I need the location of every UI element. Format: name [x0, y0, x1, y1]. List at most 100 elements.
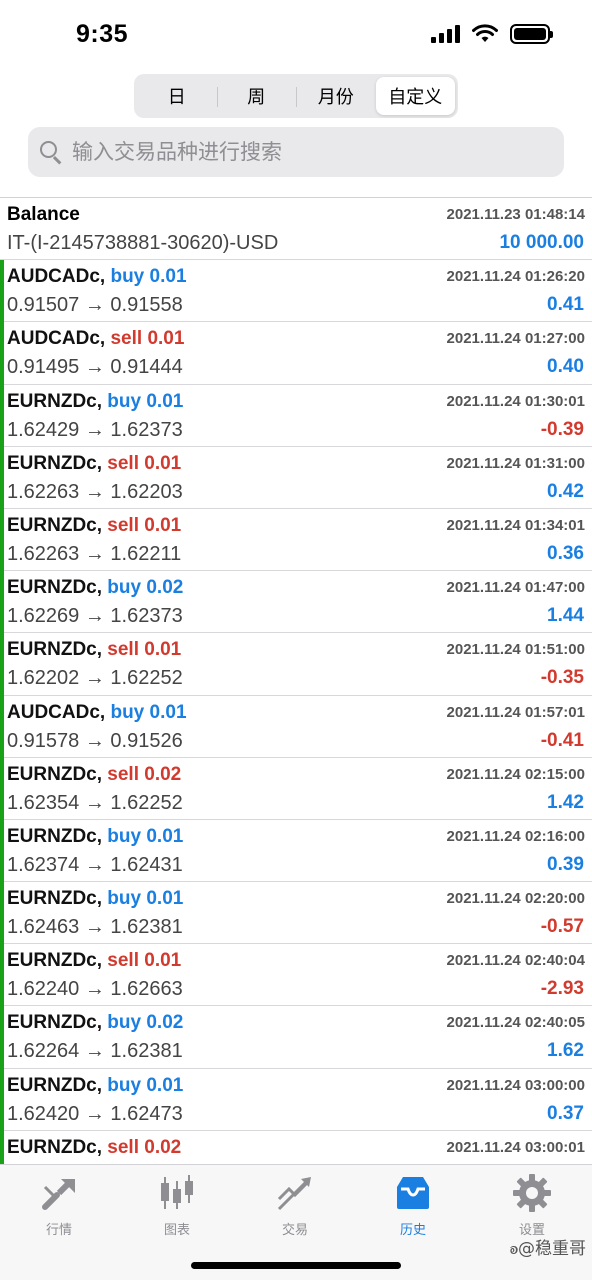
trade-profit: 0.41: [547, 294, 584, 316]
trade-title: EURNZDc, sell 0.01: [7, 950, 181, 972]
tab-quotes-label: 行情: [45, 1223, 72, 1238]
tab-quotes[interactable]: 行情: [9, 1173, 109, 1238]
trade-title: EURNZDc, sell 0.01: [7, 639, 181, 661]
trade-title: EURNZDc, sell 0.02: [7, 764, 181, 786]
status-time: 9:35: [76, 20, 129, 48]
trade-side: sell 0.02: [107, 763, 182, 785]
trade-row[interactable]: AUDCADc, buy 0.01 2021.11.24 01:57:01 0.91…: [0, 695, 592, 758]
trade-prices: 1.62374 → 1.62431: [7, 853, 183, 876]
status-icons: [431, 24, 553, 44]
trade-title: EURNZDc, buy 0.02: [7, 577, 183, 599]
trade-profit: 0.42: [547, 480, 584, 502]
trade-profit: -0.39: [540, 418, 584, 440]
period-segmented-control: 日 周 月份 自定义: [134, 74, 458, 118]
trade-datetime: 2021.11.24 02:40:05: [446, 1014, 585, 1032]
tab-settings[interactable]: 设置: [482, 1173, 582, 1238]
trade-symbol: EURNZDc,: [7, 639, 103, 661]
trade-prices: 1.62354 → 1.62252: [7, 791, 183, 814]
tab-trade-label: 交易: [281, 1223, 308, 1238]
trade-symbol: EURNZDc,: [7, 390, 103, 412]
trade-title: EURNZDc, buy 0.02: [7, 1012, 183, 1034]
trade-row[interactable]: EURNZDc, buy 0.01 2021.11.24 02:16:00 1.62…: [0, 819, 592, 883]
trade-datetime: 2021.11.24 01:31:00: [446, 454, 585, 472]
trade-row[interactable]: EURNZDc, sell 0.02 2021.11.24 02:15:00 1.6…: [0, 757, 592, 821]
period-tab-day[interactable]: 日: [137, 77, 217, 115]
trade-profit: 1.42: [547, 791, 584, 813]
trade-profit: 0.40: [547, 356, 584, 378]
trade-title: EURNZDc, sell 0.02: [7, 1137, 181, 1159]
trade-title: EURNZDc, buy 0.01: [7, 391, 183, 413]
quotes-icon: [42, 1179, 75, 1210]
trade-datetime: 2021.11.24 01:26:20: [446, 268, 585, 286]
period-tab-week[interactable]: 周: [216, 77, 297, 115]
watermark: ꭷ@稳重哥: [509, 1239, 586, 1259]
trade-prices: 1.62263 → 1.62211: [7, 542, 182, 565]
gear-icon: [513, 1174, 551, 1212]
trade-symbol: AUDCADc,: [7, 701, 106, 723]
wifi-icon: [472, 24, 498, 42]
trade-side: sell 0.01: [107, 514, 182, 536]
trade-row[interactable]: AUDCADc, sell 0.01 2021.11.24 01:27:00 0.9…: [0, 322, 592, 385]
trade-datetime: 2021.11.24 02:15:00: [446, 765, 585, 783]
tab-trade[interactable]: 交易: [245, 1173, 345, 1238]
period-tab-custom[interactable]: 自定义: [375, 77, 455, 115]
balance-row[interactable]: Balance 2021.11.23 01:48:14 IT-(I-214573…: [0, 198, 592, 261]
trade-row[interactable]: EURNZDc, buy 0.01 2021.11.24 02:20:00 1.62…: [0, 882, 592, 945]
trade-row[interactable]: EURNZDc, buy 0.02 2021.11.24 02:40:05 1.62…: [0, 1006, 592, 1069]
trade-symbol: AUDCADc,: [7, 266, 106, 288]
tab-history[interactable]: 历史: [363, 1173, 463, 1238]
history-list[interactable]: Balance 2021.11.23 01:48:14 IT-(I-214573…: [0, 197, 592, 1164]
trade-datetime: 2021.11.24 01:51:00: [446, 641, 585, 659]
trade-row[interactable]: EURNZDc, sell 0.01 2021.11.24 02:40:04 1.6…: [0, 944, 592, 1007]
trade-title: EURNZDc, sell 0.01: [7, 453, 181, 475]
battery-icon: [510, 24, 553, 44]
trade-profit: 0.36: [547, 542, 584, 564]
trade-row[interactable]: EURNZDc, buy 0.02 2021.11.24 01:47:00 1.62…: [0, 571, 592, 634]
history-inbox-icon: [397, 1177, 429, 1209]
trade-symbol: EURNZDc,: [7, 452, 103, 474]
trade-side: buy 0.02: [107, 577, 184, 599]
trade-title: EURNZDc, buy 0.01: [7, 826, 183, 848]
trade-symbol: EURNZDc,: [7, 1136, 103, 1158]
status-bar: 9:35: [0, 0, 592, 66]
period-tab-month[interactable]: 月份: [296, 77, 376, 115]
trade-prices: 1.62263 → 1.62203: [7, 480, 183, 503]
trade-prices: 1.62202 → 1.62252: [7, 667, 183, 690]
home-indicator[interactable]: [191, 1262, 401, 1269]
trade-row[interactable]: EURNZDc, buy 0.01 2021.11.24 01:30:01 1.62…: [0, 384, 592, 447]
trade-title: AUDCADc, sell 0.01: [7, 328, 184, 350]
trade-row[interactable]: EURNZDc, buy 0.01 2021.11.24 03:00:00 1.62…: [0, 1068, 592, 1132]
trade-side: sell 0.01: [107, 639, 182, 661]
tab-history-label: 历史: [399, 1223, 426, 1238]
balance-title: Balance: [7, 204, 80, 225]
trade-row[interactable]: EURNZDc, sell 0.01 2021.11.24 01:34:01 1.6…: [0, 508, 592, 572]
trade-prices: 0.91495 → 0.91444: [7, 356, 183, 379]
balance-amount: 10 000.00: [499, 232, 584, 253]
search-icon: [38, 139, 64, 165]
trade-row[interactable]: EURNZDc, sell 0.01 2021.11.24 01:51:00 1.6…: [0, 633, 592, 696]
trade-prices: 1.62463 → 1.62381: [7, 916, 183, 939]
trade-side: buy 0.01: [107, 390, 184, 412]
trade-row[interactable]: EURNZDc, sell 0.01 2021.11.24 01:31:00 1.6…: [0, 446, 592, 510]
tab-charts[interactable]: 图表: [127, 1173, 227, 1238]
trade-side: buy 0.01: [107, 888, 184, 910]
search-input[interactable]: [72, 140, 532, 164]
trade-symbol: EURNZDc,: [7, 1074, 103, 1096]
trade-prices: 0.91578 → 0.91526: [7, 729, 183, 752]
balance-datetime: 2021.11.23 01:48:14: [446, 206, 585, 223]
trade-symbol: EURNZDc,: [7, 825, 103, 847]
trade-profit: 0.39: [547, 853, 584, 875]
search-bar[interactable]: [28, 127, 564, 177]
trade-title: EURNZDc, buy 0.01: [7, 888, 183, 910]
trade-row[interactable]: EURNZDc, sell 0.02 2021.11.24 03:00:01: [0, 1130, 592, 1164]
balance-comment: IT-(I-2145738881-30620)-USD: [7, 232, 279, 254]
trade-symbol: AUDCADc,: [7, 328, 106, 350]
trade-profit: 1.62: [547, 1040, 584, 1062]
trade-datetime: 2021.11.24 01:34:01: [446, 516, 585, 534]
trade-side: buy 0.01: [107, 825, 184, 847]
trade-side: sell 0.02: [107, 1136, 182, 1158]
trade-side: buy 0.01: [107, 1074, 184, 1096]
trade-row[interactable]: AUDCADc, buy 0.01 2021.11.24 01:26:20 0.91…: [0, 260, 592, 323]
cellular-signal-icon: [431, 25, 460, 43]
trade-prices: 1.62269 → 1.62373: [7, 605, 183, 628]
